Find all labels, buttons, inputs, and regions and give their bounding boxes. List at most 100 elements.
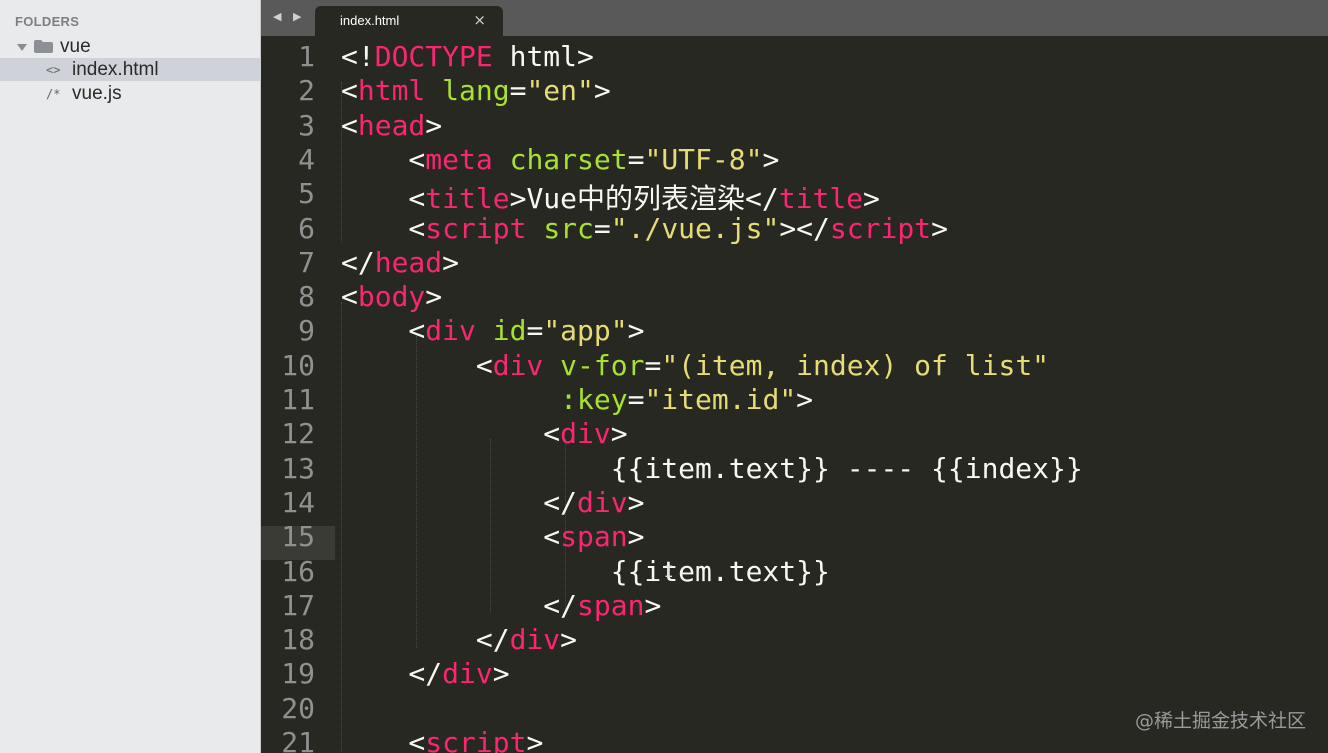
- line-number: 20: [281, 691, 315, 725]
- code-token: DOCTYPE: [374, 40, 493, 73]
- code-token: <: [341, 211, 426, 245]
- code-token: =: [509, 74, 527, 108]
- code-line[interactable]: 19 </div>: [261, 657, 1328, 697]
- code-token: head: [357, 108, 426, 142]
- code-token: title: [778, 182, 864, 216]
- code-text[interactable]: </div>: [341, 486, 644, 519]
- code-text[interactable]: <span>: [341, 520, 644, 553]
- code-token: src: [543, 211, 594, 245]
- code-text[interactable]: <meta charset="UTF-8">: [341, 143, 779, 176]
- html-file-icon: <>: [46, 62, 61, 77]
- code-text[interactable]: </div>: [341, 623, 577, 656]
- code-token: =: [644, 348, 662, 382]
- code-text[interactable]: :key="item.id">: [341, 383, 813, 416]
- line-number: 5: [298, 177, 315, 211]
- code-token: "./vue.js": [610, 211, 780, 245]
- code-token: head: [374, 245, 443, 279]
- line-number: 7: [298, 245, 315, 279]
- code-token: div: [560, 417, 611, 451]
- code-token: </: [341, 657, 443, 691]
- line-number: 1: [298, 40, 315, 73]
- code-token: >Vue中的列表渲染</: [509, 182, 779, 216]
- code-editor[interactable]: 1 <!DOCTYPE html> 2 <html lang="en"> 3 <head>…: [261, 36, 1328, 753]
- code-token: span: [577, 588, 645, 622]
- code-token: =: [627, 142, 645, 176]
- code-token: lang: [442, 74, 510, 108]
- code-token: id: [492, 314, 527, 348]
- line-number: 18: [281, 623, 315, 657]
- folder-row-vue[interactable]: vue: [0, 35, 261, 58]
- code-token: <: [341, 280, 358, 314]
- code-text[interactable]: <!DOCTYPE html>: [341, 40, 594, 73]
- code-token: :key: [560, 383, 628, 416]
- code-token: </: [341, 588, 578, 622]
- code-line[interactable]: 21 <script>: [261, 726, 1328, 753]
- code-token: >: [442, 245, 460, 279]
- code-token: >: [796, 383, 814, 416]
- code-token: script: [425, 726, 527, 753]
- folder-icon: [34, 40, 53, 53]
- text-cursor-icon: I: [664, 562, 674, 581]
- tab-title[interactable]: index.html: [340, 13, 399, 28]
- code-token: <: [341, 348, 493, 382]
- code-token: </: [341, 485, 578, 519]
- code-token: div: [492, 348, 544, 382]
- code-token: </: [341, 623, 510, 657]
- line-number: 15: [281, 520, 315, 554]
- line-number: 8: [298, 280, 315, 314]
- tab-index-html[interactable]: index.html ×: [315, 6, 503, 36]
- code-token: >: [425, 108, 443, 142]
- code-token: <: [341, 182, 426, 216]
- code-text[interactable]: {{item.text}} ---- {{index}}: [341, 452, 1083, 485]
- line-number: 4: [298, 142, 315, 176]
- disclosure-triangle-icon[interactable]: [17, 44, 27, 51]
- code-text[interactable]: {{item.text}}: [341, 555, 830, 588]
- code-text[interactable]: </div>: [341, 657, 510, 691]
- code-token: "item.id": [644, 383, 797, 416]
- line-number: 11: [281, 383, 315, 416]
- code-token: div: [577, 485, 628, 519]
- code-token: >: [627, 314, 645, 348]
- code-token: >: [593, 74, 611, 108]
- code-token: span: [560, 520, 628, 554]
- code-text[interactable]: <html lang="en">: [341, 74, 611, 107]
- code-text[interactable]: <div>: [341, 417, 627, 451]
- code-text[interactable]: </span>: [341, 589, 661, 622]
- close-icon[interactable]: ×: [473, 11, 486, 29]
- code-token: "en": [526, 74, 594, 108]
- code-text[interactable]: </head>: [341, 246, 459, 279]
- code-text[interactable]: <head>: [341, 109, 442, 142]
- line-number: 21: [281, 726, 315, 753]
- folders-header: FOLDERS: [15, 14, 80, 29]
- gutter: 21: [261, 726, 335, 753]
- code-token: >: [492, 657, 510, 691]
- code-token: v-for: [560, 348, 645, 382]
- line-number: 6: [298, 211, 315, 245]
- code-token: meta: [425, 142, 493, 176]
- line-number: 13: [281, 451, 315, 485]
- code-token: "UTF-8": [644, 142, 763, 176]
- code-text[interactable]: <script>: [341, 726, 543, 753]
- code-token: >: [425, 280, 443, 314]
- code-token: title: [425, 182, 510, 216]
- file-row-vue-js[interactable]: /* vue.js: [0, 82, 261, 105]
- code-token: div: [425, 314, 476, 348]
- code-token: <: [341, 142, 426, 176]
- code-token: >: [526, 726, 544, 753]
- code-token: "(item, index) of list": [661, 348, 1050, 382]
- file-label: index.html: [72, 58, 159, 80]
- code-text[interactable]: <div v-for="(item, index) of list": [341, 349, 1049, 382]
- code-token: >: [863, 182, 880, 216]
- code-token: >: [644, 588, 662, 622]
- code-token: html>: [492, 40, 594, 73]
- code-text[interactable]: <div id="app">: [341, 314, 644, 347]
- file-row-index-html[interactable]: <> index.html: [0, 58, 261, 81]
- code-token: =: [526, 314, 544, 348]
- code-token: </: [341, 245, 375, 279]
- code-token: >: [560, 623, 578, 657]
- code-text[interactable]: <script src="./vue.js"></script>: [341, 212, 948, 245]
- code-text[interactable]: <body>: [341, 280, 442, 313]
- tab-nav-arrows-icon[interactable]: ◀ ▶: [273, 10, 305, 23]
